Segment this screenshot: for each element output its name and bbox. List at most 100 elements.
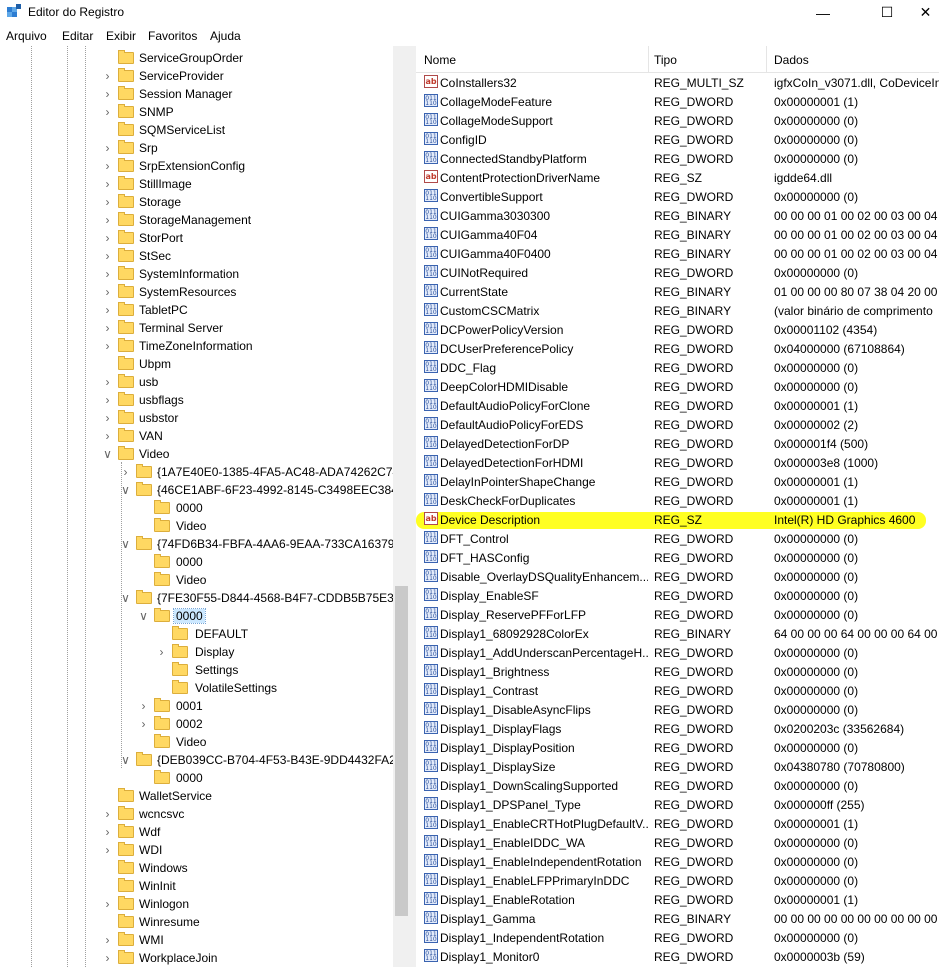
value-row[interactable]: 011 110 ConfigID REG_DWORD 0x00000000 (0) (416, 130, 939, 149)
tree-scrollbar[interactable] (393, 46, 410, 967)
maximize-button[interactable]: ☐ (864, 0, 910, 25)
value-row[interactable]: 011 110 DCPowerPolicyVersion REG_DWORD 0x000… (416, 320, 939, 339)
tree-node[interactable]: ∨ 0000 (0, 607, 395, 625)
chevron-right-icon[interactable]: › (103, 304, 112, 316)
menu-exibir[interactable]: Exibir (106, 29, 136, 43)
tree-node[interactable]: Windows (0, 859, 395, 877)
value-row[interactable]: 011 110 Display1_DPSPanel_Type REG_DWORD 0x0… (416, 795, 939, 814)
tree-node[interactable]: › StillImage (0, 175, 395, 193)
tree-node[interactable]: › Srp (0, 139, 395, 157)
tree-node[interactable]: › 0001 (0, 697, 395, 715)
value-row[interactable]: 011 110 ConvertibleSupport REG_DWORD 0x00000… (416, 187, 939, 206)
value-row[interactable]: 011 110 Display1_Gamma REG_BINARY 00 00 00 0… (416, 909, 939, 928)
value-row[interactable]: 011 110 CollageModeSupport REG_DWORD 0x00000… (416, 111, 939, 130)
chevron-right-icon[interactable]: › (103, 88, 112, 100)
tree-node[interactable]: ∨ Video (0, 445, 395, 463)
tree-node[interactable]: ∨ {74FD6B34-FBFA-4AA6-9EAA-733CA16379FE} (0, 535, 410, 553)
column-header-tipo[interactable]: Tipo (654, 53, 677, 67)
values-list[interactable]: Nome Tipo Dados ab CoInstallers32 REG_MULT… (416, 46, 939, 967)
tree-node[interactable]: › Display (0, 643, 395, 661)
menu-arquivo[interactable]: Arquivo (6, 29, 47, 43)
tree-node[interactable]: › {1A7E40E0-1385-4FA5-AC48-ADA74262C742} (0, 463, 410, 481)
value-row[interactable]: 011 110 CUIGamma3030300 REG_BINARY 00 00 00 … (416, 206, 939, 225)
chevron-right-icon[interactable]: › (103, 70, 112, 82)
tree-scrollbar-thumb[interactable] (395, 586, 408, 916)
chevron-right-icon[interactable]: › (103, 412, 112, 424)
chevron-down-icon[interactable]: ∨ (139, 610, 148, 622)
tree-node[interactable]: › StSec (0, 247, 395, 265)
value-row[interactable]: 011 110 CurrentState REG_BINARY 01 00 00 00 … (416, 282, 939, 301)
value-row[interactable]: ab CoInstallers32 REG_MULTI_SZ igfxCoIn_v30… (416, 73, 939, 92)
tree-node[interactable]: Settings (0, 661, 395, 679)
value-row[interactable]: 011 110 Display1_DisplaySize REG_DWORD 0x043… (416, 757, 939, 776)
chevron-right-icon[interactable]: › (103, 268, 112, 280)
tree-node[interactable]: › VAN (0, 427, 395, 445)
tree-node[interactable]: › 0002 (0, 715, 395, 733)
tree-node[interactable]: › StorageManagement (0, 211, 395, 229)
tree-node[interactable]: › Winlogon (0, 895, 395, 913)
chevron-right-icon[interactable]: › (157, 646, 166, 658)
tree-node[interactable]: Winresume (0, 913, 395, 931)
chevron-right-icon[interactable]: › (121, 466, 130, 478)
value-row[interactable]: 011 110 Display1_DisableAsyncFlips REG_DWOR… (416, 700, 939, 719)
chevron-right-icon[interactable]: › (103, 376, 112, 388)
menu-editar[interactable]: Editar (62, 29, 93, 43)
value-row[interactable]: 011 110 Display1_IndependentRotation REG_DW… (416, 928, 939, 947)
chevron-right-icon[interactable]: › (103, 430, 112, 442)
value-row[interactable]: 011 110 Disable_OverlayDSQualityEnhancem..… (416, 567, 939, 586)
tree-node[interactable]: › SystemResources (0, 283, 395, 301)
tree-node[interactable]: › usbflags (0, 391, 395, 409)
tree-node[interactable]: Video (0, 571, 395, 589)
value-row[interactable]: 011 110 Display1_EnableCRTHotPlugDefaultV.… (416, 814, 939, 833)
tree-node[interactable]: Video (0, 733, 395, 751)
value-row[interactable]: 011 110 DCUserPreferencePolicy REG_DWORD 0x0… (416, 339, 939, 358)
menu-favoritos[interactable]: Favoritos (148, 29, 197, 43)
value-row[interactable]: 011 110 Display1_EnableLFPPrimaryInDDC REG_… (416, 871, 939, 890)
chevron-right-icon[interactable]: › (139, 700, 148, 712)
chevron-right-icon[interactable]: › (103, 322, 112, 334)
tree-node[interactable]: ∨ {7FE30F55-D844-4568-B4F7-CDDB5B75E368} (0, 589, 410, 607)
tree-node[interactable]: ServiceGroupOrder (0, 49, 395, 67)
chevron-right-icon[interactable]: › (103, 214, 112, 226)
chevron-down-icon[interactable]: ∨ (121, 592, 130, 604)
chevron-right-icon[interactable]: › (103, 952, 112, 964)
column-header-nome[interactable]: Nome (424, 53, 456, 67)
value-row[interactable]: 011 110 CUINotRequired REG_DWORD 0x00000000 … (416, 263, 939, 282)
value-row[interactable]: 011 110 Display1_EnableIndependentRotation… (416, 852, 939, 871)
chevron-right-icon[interactable]: › (103, 340, 112, 352)
tree-node[interactable]: Ubpm (0, 355, 395, 373)
chevron-right-icon[interactable]: › (139, 718, 148, 730)
tree-node[interactable]: › Session Manager (0, 85, 395, 103)
value-row[interactable]: 011 110 CUIGamma40F0400 REG_BINARY 00 00 00 … (416, 244, 939, 263)
value-row[interactable]: 011 110 DelayInPointerShapeChange REG_DWORD… (416, 472, 939, 491)
value-row[interactable]: ab ContentProtectionDriverName REG_SZ igdde… (416, 168, 939, 187)
value-row[interactable]: 011 110 CUIGamma40F04 REG_BINARY 00 00 00 01… (416, 225, 939, 244)
value-row[interactable]: 011 110 Display1_DisplayPosition REG_DWORD 0… (416, 738, 939, 757)
value-row[interactable]: ab Device Description REG_SZ Intel(R) HD Gr… (416, 510, 939, 529)
value-row[interactable]: 011 110 Display1_EnableRotation REG_DWORD 0x… (416, 890, 939, 909)
tree-node[interactable]: DEFAULT (0, 625, 395, 643)
value-row[interactable]: 011 110 DefaultAudioPolicyForEDS REG_DWORD 0… (416, 415, 939, 434)
key-tree[interactable]: ServiceGroupOrder › ServiceProvider › Sessio… (0, 46, 410, 967)
tree-node[interactable]: WinInit (0, 877, 395, 895)
chevron-right-icon[interactable]: › (103, 844, 112, 856)
value-row[interactable]: 011 110 DefaultAudioPolicyForClone REG_DWOR… (416, 396, 939, 415)
value-row[interactable]: 011 110 DFT_HASConfig REG_DWORD 0x00000000 (… (416, 548, 939, 567)
tree-node[interactable]: 0000 (0, 769, 395, 787)
tree-node[interactable]: WalletService (0, 787, 395, 805)
menu-ajuda[interactable]: Ajuda (210, 29, 241, 43)
value-row[interactable]: 011 110 Display1_AddUnderscanPercentageH..… (416, 643, 939, 662)
chevron-right-icon[interactable]: › (103, 250, 112, 262)
value-row[interactable]: 011 110 DelayedDetectionForHDMI REG_DWORD 0x… (416, 453, 939, 472)
tree-node[interactable]: Video (0, 517, 395, 535)
chevron-right-icon[interactable]: › (103, 232, 112, 244)
tree-node[interactable]: 0000 (0, 553, 395, 571)
chevron-right-icon[interactable]: › (103, 286, 112, 298)
column-separator[interactable] (648, 46, 649, 72)
value-row[interactable]: 011 110 Display1_Monitor0 REG_DWORD 0x000000… (416, 947, 939, 966)
value-row[interactable]: 011 110 DeepColorHDMIDisable REG_DWORD 0x000… (416, 377, 939, 396)
tree-node[interactable]: › wcncsvc (0, 805, 395, 823)
value-row[interactable]: 011 110 Display1_EnableIDDC_WA REG_DWORD 0x0… (416, 833, 939, 852)
value-row[interactable]: 011 110 Display1_Brightness REG_DWORD 0x0000… (416, 662, 939, 681)
tree-node[interactable]: › Wdf (0, 823, 395, 841)
